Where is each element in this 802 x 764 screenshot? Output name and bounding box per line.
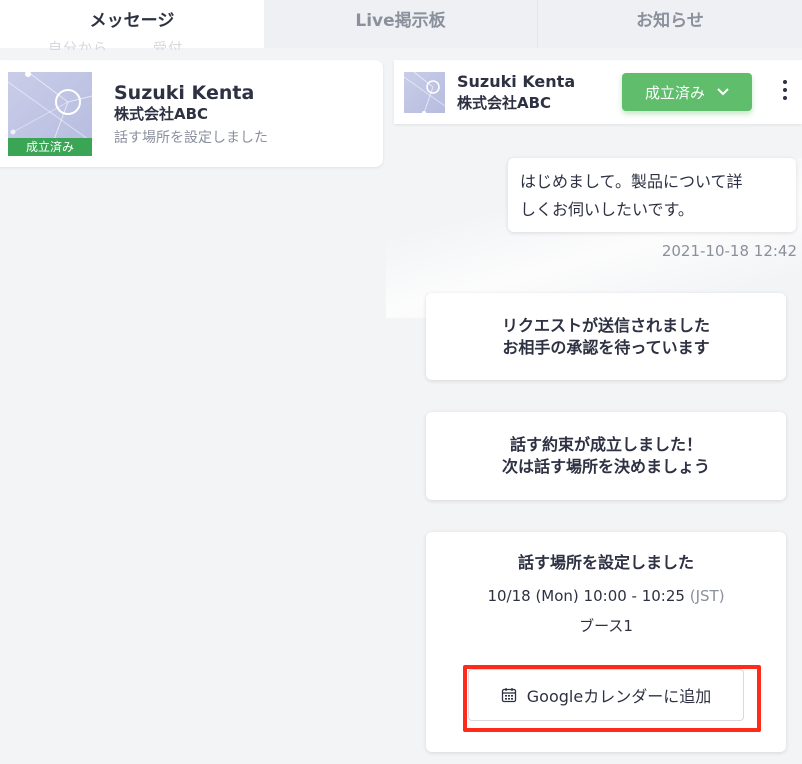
message-text-line: はじめまして。製品について詳 [520, 172, 743, 191]
add-to-google-calendar-button[interactable]: Googleカレンダーに追加 [468, 669, 744, 721]
chat-panel: Suzuki Kenta 株式会社ABC 成立済み はじめまして。製品について詳… [386, 48, 802, 764]
contact-company: 株式会社ABC [114, 105, 209, 123]
obscured-subtab-labels: 自分から 受付 [48, 41, 183, 50]
system-message-line: 話す約束が成立しました！ [509, 435, 702, 454]
kebab-dot-icon [783, 80, 787, 84]
avatar [404, 72, 445, 113]
meeting-time-range: 10/18 (Mon) 10:00 - 10:25 [487, 587, 685, 605]
meeting-place: ブース1 [579, 617, 633, 635]
message-bubble: はじめまして。製品について詳 しくお伺いしたいです。 [508, 158, 796, 232]
message-preview: 話す場所を設定しました [114, 130, 268, 146]
kebab-dot-icon [783, 96, 787, 100]
meeting-time: 10/18 (Mon) 10:00 - 10:25 (JST) [426, 587, 786, 605]
calendar-icon [501, 688, 516, 703]
conversation-list: 成立済み Suzuki Kenta 株式会社ABC 話す場所を設定しました [0, 48, 386, 764]
more-options-button[interactable] [780, 80, 790, 106]
chat-header: Suzuki Kenta 株式会社ABC 成立済み [394, 60, 802, 124]
contact-name: Suzuki Kenta [114, 82, 255, 104]
contact-name: Suzuki Kenta [457, 72, 576, 91]
message-timestamp: 2021-10-18 12:42 [661, 242, 797, 260]
system-message-line: リクエストが送信されました [501, 316, 710, 335]
chevron-down-icon [717, 88, 729, 96]
tab-notices[interactable]: お知らせ [538, 0, 802, 48]
system-message-line: 次は話す場所を決めましょう [501, 457, 710, 476]
avatar: 成立済み [8, 72, 92, 156]
status-dropdown-button[interactable]: 成立済み [622, 73, 752, 111]
meeting-timezone: (JST) [689, 587, 725, 605]
kebab-dot-icon [783, 88, 787, 92]
message-text-line: しくお伺いしたいです。 [520, 200, 694, 219]
system-message-line: お相手の承認を待っています [502, 338, 710, 357]
system-message-agreement: 話す約束が成立しました！ 次は話す場所を決めましょう [426, 412, 786, 500]
add-to-google-calendar-label: Googleカレンダーに追加 [526, 687, 712, 706]
contact-company: 株式会社ABC [457, 94, 552, 112]
tab-live-board[interactable]: Live掲示板 [264, 0, 538, 48]
status-dropdown-label: 成立済み [644, 83, 705, 102]
system-message-request-sent: リクエストが送信されました お相手の承認を待っています [426, 293, 786, 380]
system-message-place-set: 話す場所を設定しました 10/18 (Mon) 10:00 - 10:25 (J… [426, 532, 786, 752]
network-pattern-icon [404, 72, 445, 113]
status-badge: 成立済み [8, 138, 92, 156]
system-message-title: 話す場所を設定しました [517, 553, 694, 572]
conversation-item[interactable]: 成立済み Suzuki Kenta 株式会社ABC 話す場所を設定しました [0, 60, 383, 167]
